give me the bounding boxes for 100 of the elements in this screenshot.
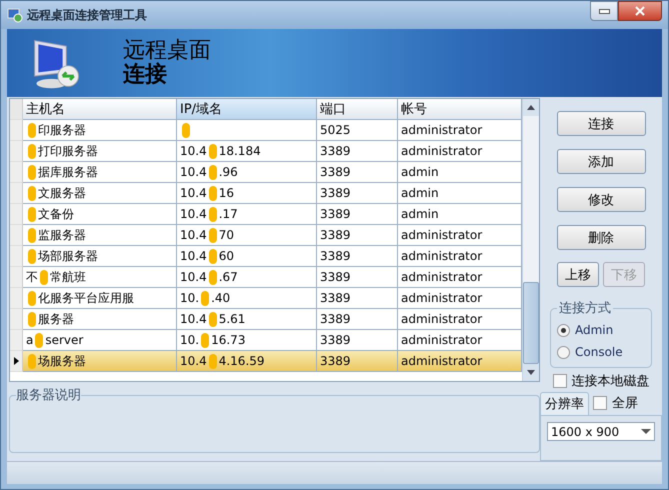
radio-button[interactable] xyxy=(557,346,570,358)
table-cell: 3389 xyxy=(320,270,351,284)
table-cell: 10.4 xyxy=(180,207,207,221)
table-cell: administrator xyxy=(401,291,482,305)
table-row[interactable]: 文服务器 10.4 16 3389 admin xyxy=(10,183,522,204)
checkbox-label: 全屏 xyxy=(612,395,638,412)
minimize-button[interactable] xyxy=(590,1,618,21)
table-cell: 3389 xyxy=(320,354,351,368)
table-row[interactable]: 印服务器 5025 administrator xyxy=(10,120,522,141)
action-button[interactable]: 连接 xyxy=(556,111,646,136)
redaction-mark xyxy=(208,186,217,200)
table-cell: 4.16.59 xyxy=(218,354,265,368)
table-row[interactable]: 文备份 10.4 .17 3389 admin xyxy=(10,204,522,225)
redaction-mark xyxy=(208,228,217,242)
table-cell: 60 xyxy=(218,249,234,263)
row-header xyxy=(10,99,23,120)
table-cell: admin xyxy=(401,207,439,221)
action-button[interactable]: 删除 xyxy=(556,225,646,250)
table-cell: 场服务器 xyxy=(38,352,86,370)
table-row[interactable]: 场部服务器 10.4 60 3389 administrator xyxy=(10,246,522,267)
scroll-down-button[interactable] xyxy=(523,364,539,381)
table-cell: 16 xyxy=(218,186,234,200)
redaction-mark xyxy=(28,228,36,242)
table-cell: 3389 xyxy=(320,249,351,263)
scroll-thumb[interactable] xyxy=(523,282,539,364)
resolution-tab[interactable]: 分辨率 xyxy=(540,392,589,415)
table-row[interactable]: 不 常航班 10.4 .67 3389 administrator xyxy=(10,267,522,288)
table-cell: administrator xyxy=(401,144,482,158)
action-button[interactable]: 修改 xyxy=(556,187,646,212)
column-header[interactable]: 主机名 xyxy=(23,99,177,120)
table-cell: admin xyxy=(401,186,439,200)
column-header[interactable]: 帐号 xyxy=(398,99,522,120)
column-header[interactable]: 端口 xyxy=(317,99,398,120)
redaction-mark xyxy=(28,122,36,138)
table-cell: 10.4 xyxy=(180,312,207,326)
table-row[interactable]: 据库服务器 10.4 .96 3389 admin xyxy=(10,162,522,183)
table-row[interactable]: 化服务平台应用服 10. .40 3389 administrator xyxy=(10,288,522,309)
redaction-mark xyxy=(28,186,36,200)
table-cell: administrator xyxy=(401,249,482,263)
table-cell: 10.4 xyxy=(180,186,207,200)
move-button[interactable]: 上移 xyxy=(557,262,599,287)
redaction-mark xyxy=(35,332,44,348)
action-button[interactable]: 添加 xyxy=(556,149,646,174)
redaction-mark xyxy=(208,144,217,158)
close-button[interactable] xyxy=(618,1,662,21)
redaction-mark xyxy=(28,290,36,306)
scrollbar[interactable] xyxy=(522,99,539,381)
row-header xyxy=(10,225,23,246)
banner-title: 远程桌面 xyxy=(123,39,211,63)
redaction-mark xyxy=(208,206,217,222)
redaction-mark xyxy=(208,248,217,264)
row-header xyxy=(10,141,23,162)
column-header[interactable]: IP/域名 xyxy=(177,99,317,120)
redaction-mark xyxy=(28,144,36,158)
table-cell: 18.184 xyxy=(218,144,261,158)
table-cell: 70 xyxy=(218,228,234,242)
table-row[interactable]: 打印服务器 10.4 18.184 3389 administrator xyxy=(10,141,522,162)
table-cell: administrator xyxy=(401,333,482,347)
redaction-mark xyxy=(182,122,190,138)
checkbox[interactable] xyxy=(552,374,566,388)
row-header xyxy=(10,330,23,351)
table-cell: 10. xyxy=(180,333,200,347)
table-row[interactable]: 场服务器 10.4 4.16.59 3389 administrator xyxy=(10,351,522,372)
monitor-icon xyxy=(7,7,23,23)
table-cell: a xyxy=(26,333,34,347)
group-title: 连接方式 xyxy=(558,300,612,317)
table-cell: .17 xyxy=(218,207,238,221)
radio-button[interactable] xyxy=(557,324,570,336)
table-cell: 不 xyxy=(26,268,38,286)
table-cell: administrator xyxy=(401,228,482,242)
table-cell: 3389 xyxy=(320,228,351,242)
scroll-up-button[interactable] xyxy=(523,99,539,116)
row-header xyxy=(10,183,23,204)
table-row[interactable]: 监服务器 10.4 70 3389 administrator xyxy=(10,225,522,246)
redaction-mark xyxy=(28,248,36,264)
table-cell: admin xyxy=(401,165,439,179)
row-header xyxy=(10,120,23,141)
resolution-dropdown[interactable]: 1600 x 900 xyxy=(547,422,655,441)
table-cell: 3389 xyxy=(320,333,351,347)
checkbox[interactable] xyxy=(593,396,607,410)
table-cell: 印服务器 xyxy=(38,122,86,138)
row-header xyxy=(10,162,23,183)
table-cell: 3389 xyxy=(320,186,351,200)
table-cell: 10.4 xyxy=(180,249,207,263)
banner-subtitle: 连接 xyxy=(123,63,168,87)
caret-icon xyxy=(641,429,651,434)
table-cell: .96 xyxy=(218,165,238,179)
table-cell: 10. xyxy=(180,291,200,305)
row-header xyxy=(10,204,23,225)
redaction-mark xyxy=(201,290,210,306)
table-cell: 3389 xyxy=(320,312,351,326)
redaction-mark xyxy=(208,354,217,368)
table-cell: 据库服务器 xyxy=(38,164,98,180)
radio-label: Admin xyxy=(575,323,614,337)
table-row[interactable]: 服务器 10.4 5.61 3389 administrator xyxy=(10,309,522,330)
table-cell: 10.4 xyxy=(180,270,207,284)
table-cell: 3389 xyxy=(320,144,351,158)
table-cell: 常航班 xyxy=(50,268,86,286)
table-cell: 场部服务器 xyxy=(38,248,98,264)
table-cell: administrator xyxy=(401,270,482,284)
